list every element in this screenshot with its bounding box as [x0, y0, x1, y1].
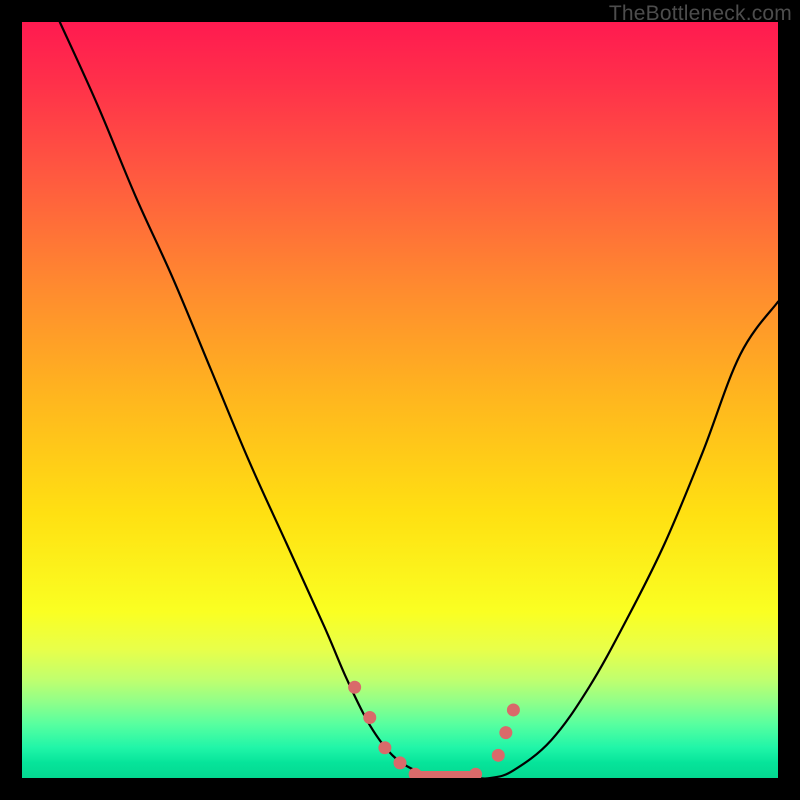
curve-layer	[22, 22, 778, 778]
marker-dot	[378, 741, 391, 754]
marker-dot	[394, 756, 407, 769]
marker-dot	[492, 749, 505, 762]
bottleneck-curve	[60, 22, 778, 778]
marker-dot	[469, 768, 482, 778]
marker-dot	[348, 681, 361, 694]
plot-area	[22, 22, 778, 778]
outer-frame: TheBottleneck.com	[0, 0, 800, 800]
marker-group	[348, 681, 520, 778]
watermark-text: TheBottleneck.com	[609, 2, 792, 26]
marker-dot	[499, 726, 512, 739]
marker-dot	[363, 711, 376, 724]
marker-dot	[507, 703, 520, 716]
